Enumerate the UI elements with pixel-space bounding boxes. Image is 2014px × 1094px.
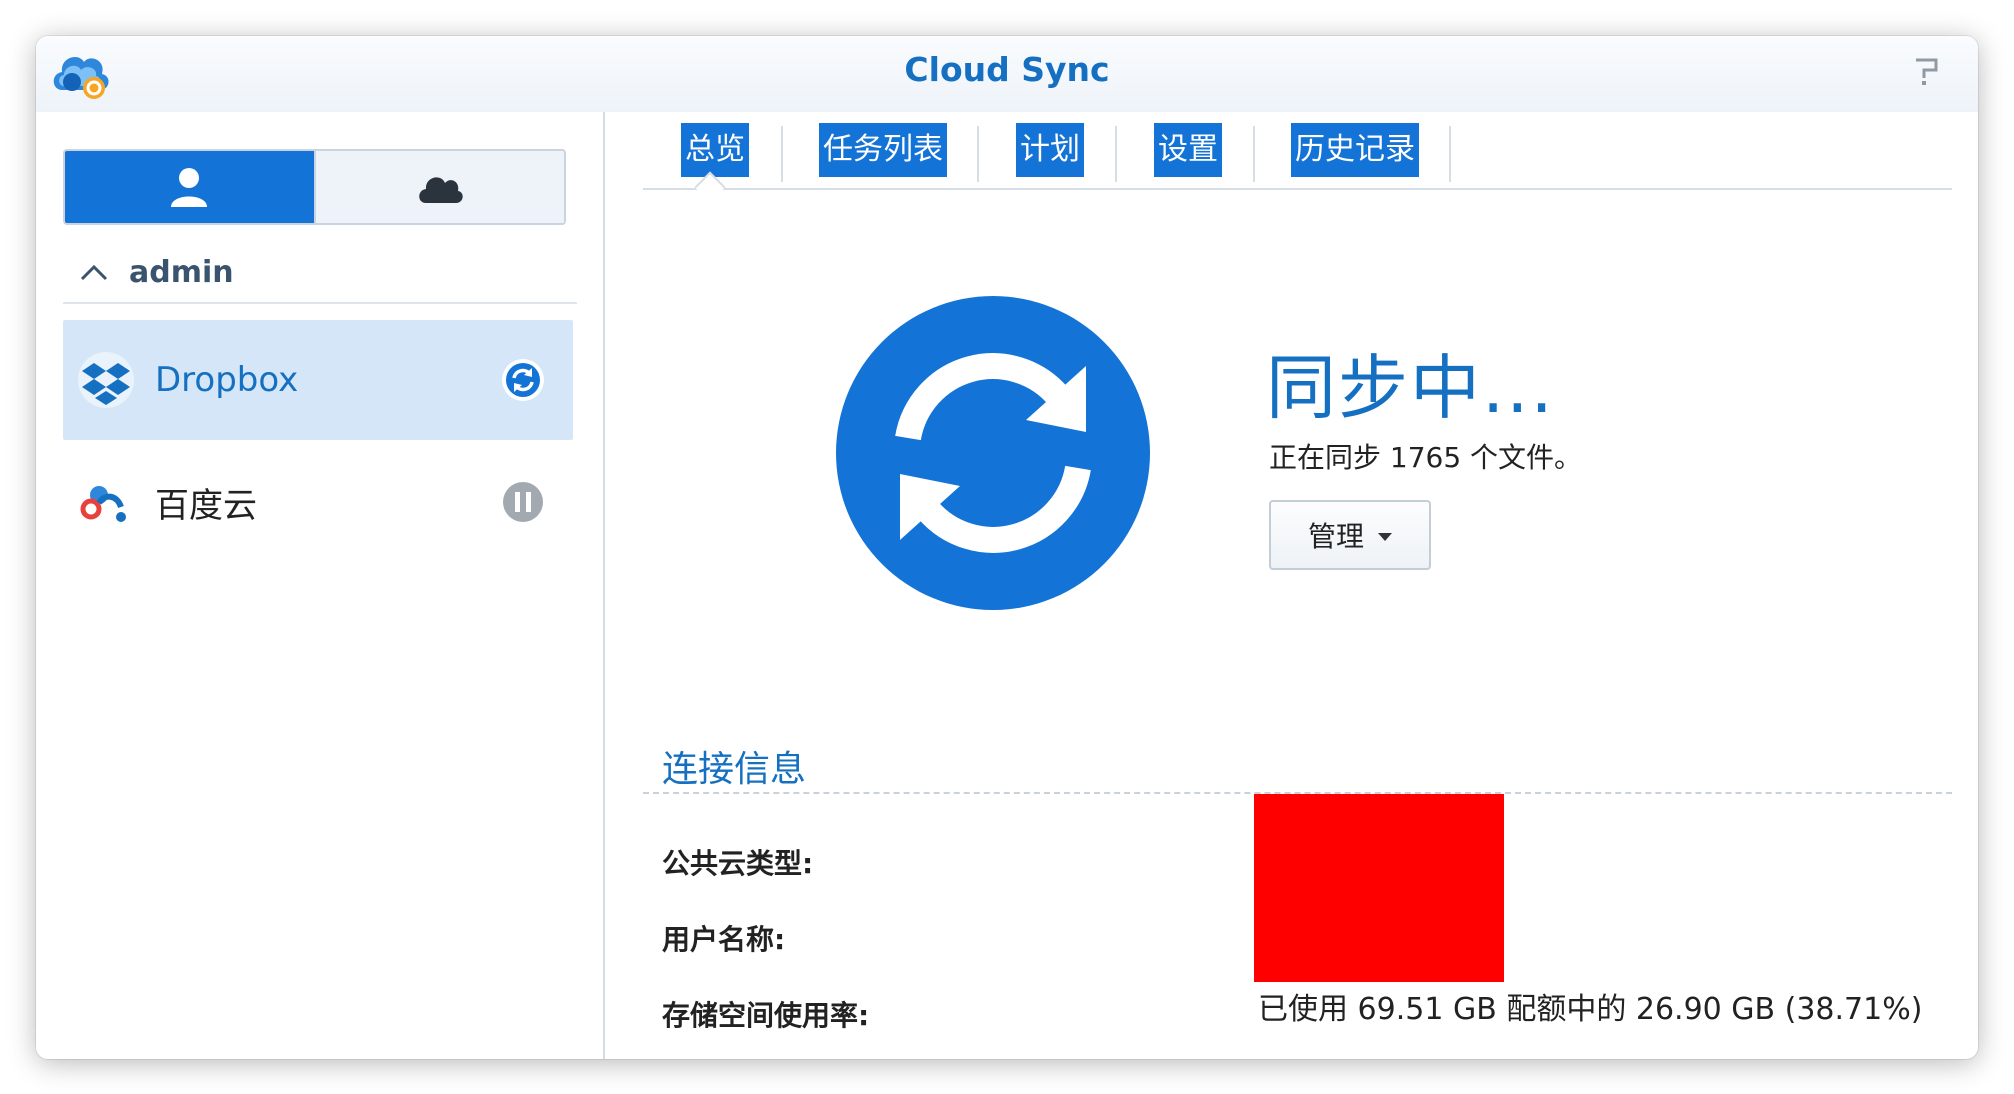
- baidu-cloud-logo-icon: [80, 486, 126, 522]
- main-tabs: 总览 任务列表 计划 设置 历史记录: [643, 112, 1952, 203]
- account-name: Dropbox: [155, 360, 299, 400]
- account-name: 百度云: [155, 485, 257, 526]
- user-icon: [171, 168, 208, 207]
- caret-down-icon: [1378, 532, 1392, 541]
- cloud-icon: [419, 177, 463, 203]
- cloud-sync-window: Cloud Sync admin Dropbox 百度云 总览 任务列表 计划 …: [36, 36, 1978, 1059]
- group-name: admin: [129, 254, 234, 290]
- user-view-button[interactable]: [65, 151, 314, 223]
- username-label: 用户名称:: [662, 923, 786, 956]
- sync-status-detail: 正在同步 1765 个文件。: [1269, 441, 1583, 474]
- syncing-status-icon: [502, 359, 544, 401]
- tab-settings[interactable]: 设置: [1153, 112, 1223, 188]
- connection-info-heading: 连接信息: [662, 749, 807, 790]
- tab-task-list[interactable]: 任务列表: [819, 112, 947, 188]
- tab-divider: [781, 126, 783, 182]
- cloud-type-label: 公共云类型:: [662, 847, 814, 880]
- manage-label: 管理: [1307, 520, 1364, 553]
- manage-dropdown-button[interactable]: 管理: [1269, 500, 1431, 570]
- tab-history[interactable]: 历史记录: [1291, 112, 1419, 188]
- sidebar: admin Dropbox 百度云: [36, 112, 605, 1059]
- help-icon[interactable]: [1912, 54, 1942, 88]
- tab-divider: [1253, 126, 1255, 182]
- paused-status-icon: [503, 482, 543, 522]
- account-group-admin[interactable]: admin: [63, 242, 577, 304]
- title-bar: Cloud Sync: [36, 36, 1978, 112]
- tab-divider: [1449, 126, 1451, 182]
- view-segmented-control: [63, 149, 566, 225]
- chevron-up-icon: [80, 264, 108, 281]
- cloud-view-button[interactable]: [313, 151, 564, 223]
- tab-schedule[interactable]: 计划: [1015, 112, 1085, 188]
- account-item-baidu[interactable]: 百度云: [63, 442, 573, 562]
- sync-status-large-icon: [836, 296, 1150, 610]
- storage-usage-value: 已使用 69.51 GB 配额中的 26.90 GB (38.71%): [1258, 992, 1923, 1027]
- dropbox-logo-icon: [78, 352, 134, 408]
- storage-usage-label: 存储空间使用率:: [662, 999, 870, 1032]
- redaction-block: [1254, 794, 1504, 982]
- window-title: Cloud Sync: [904, 50, 1110, 89]
- account-item-dropbox[interactable]: Dropbox: [63, 320, 573, 440]
- tab-divider: [977, 126, 979, 182]
- tab-divider: [1115, 126, 1117, 182]
- sync-status-title: 同步中...: [1266, 347, 1555, 429]
